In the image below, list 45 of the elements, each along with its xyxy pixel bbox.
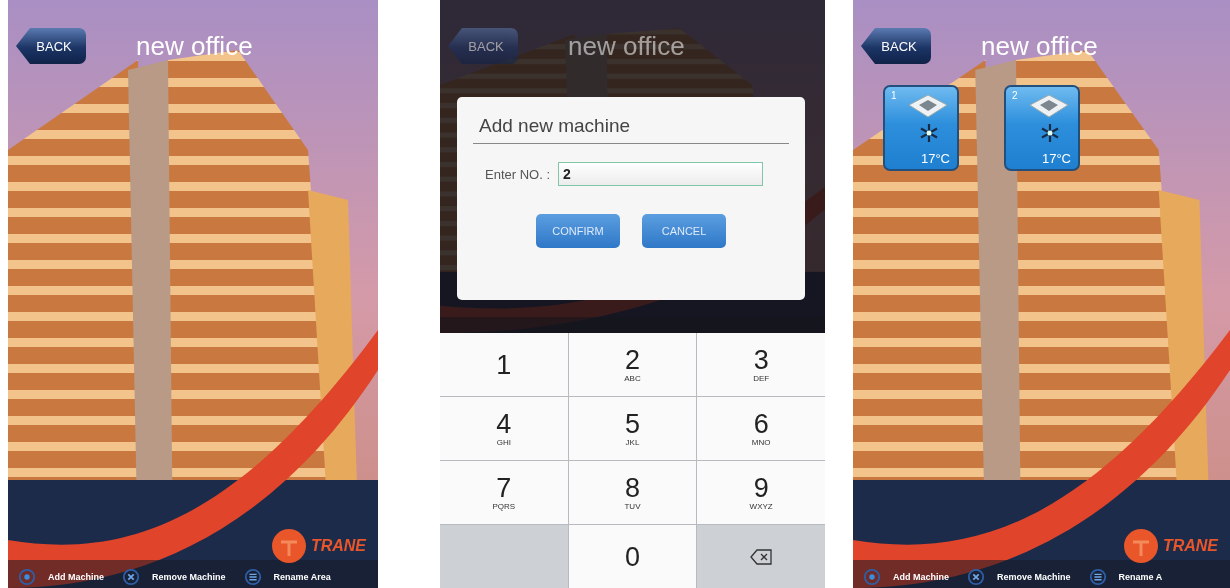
keypad-key[interactable]: 1: [440, 333, 568, 396]
footer-action[interactable]: Rename Area: [273, 572, 331, 582]
footer-action[interactable]: Add Machine: [893, 572, 949, 582]
keypad-key[interactable]: 3 DEF: [697, 333, 825, 396]
keypad-key[interactable]: 5 JKL: [568, 397, 697, 460]
keypad-key[interactable]: 8 TUV: [568, 461, 697, 524]
machine-tile[interactable]: 2 17°C: [1004, 85, 1080, 171]
temperature-reading: 17°C: [920, 151, 950, 166]
keypad-key[interactable]: 0: [568, 525, 697, 588]
temperature-reading: 17°C: [1041, 151, 1071, 166]
list-circle-icon: [1088, 568, 1107, 586]
logo-emblem-icon: [1122, 528, 1159, 564]
machine-number: 2: [1012, 90, 1018, 101]
keypad-key[interactable]: 7 PQRS: [440, 461, 568, 524]
screen-title: new office: [136, 30, 253, 62]
machine-tile[interactable]: 1 17°C: [883, 85, 959, 171]
field-label: Enter NO. :: [485, 166, 551, 182]
logo-emblem-icon: [270, 528, 307, 564]
footer-action[interactable]: Remove Machine: [997, 572, 1071, 582]
keypad-key[interactable]: 6 MNO: [697, 397, 825, 460]
list-circle-icon: [243, 568, 262, 586]
number-input[interactable]: 2: [558, 162, 764, 186]
snowflake-icon: [919, 123, 939, 143]
brand-logo: TRANE: [1162, 537, 1218, 555]
screen-title: new office: [981, 30, 1098, 62]
backspace-icon: [750, 548, 773, 565]
keypad-key[interactable]: 9 WXYZ: [697, 461, 825, 524]
plus-circle-icon: [863, 568, 881, 586]
dialog-title: Add new machine: [473, 115, 789, 144]
remove-circle-icon: [122, 568, 140, 586]
machine-number: 1: [891, 90, 897, 101]
backspace-key[interactable]: [697, 525, 825, 588]
footer-action[interactable]: Rename A: [1118, 572, 1163, 582]
snowflake-icon: [1040, 123, 1060, 143]
back-button[interactable]: BACK: [861, 28, 931, 64]
back-button[interactable]: BACK: [16, 28, 86, 64]
footer-action[interactable]: Add Machine: [48, 572, 104, 582]
plus-circle-icon: [18, 568, 36, 586]
screen-title: new office: [568, 30, 685, 62]
keypad-key[interactable]: 2 ABC: [568, 333, 697, 396]
footer-action[interactable]: Remove Machine: [152, 572, 226, 582]
remove-circle-icon: [967, 568, 985, 586]
back-button[interactable]: BACK: [448, 28, 518, 64]
keypad-key[interactable]: 4 GHI: [440, 397, 568, 460]
brand-logo: TRANE: [310, 537, 366, 555]
